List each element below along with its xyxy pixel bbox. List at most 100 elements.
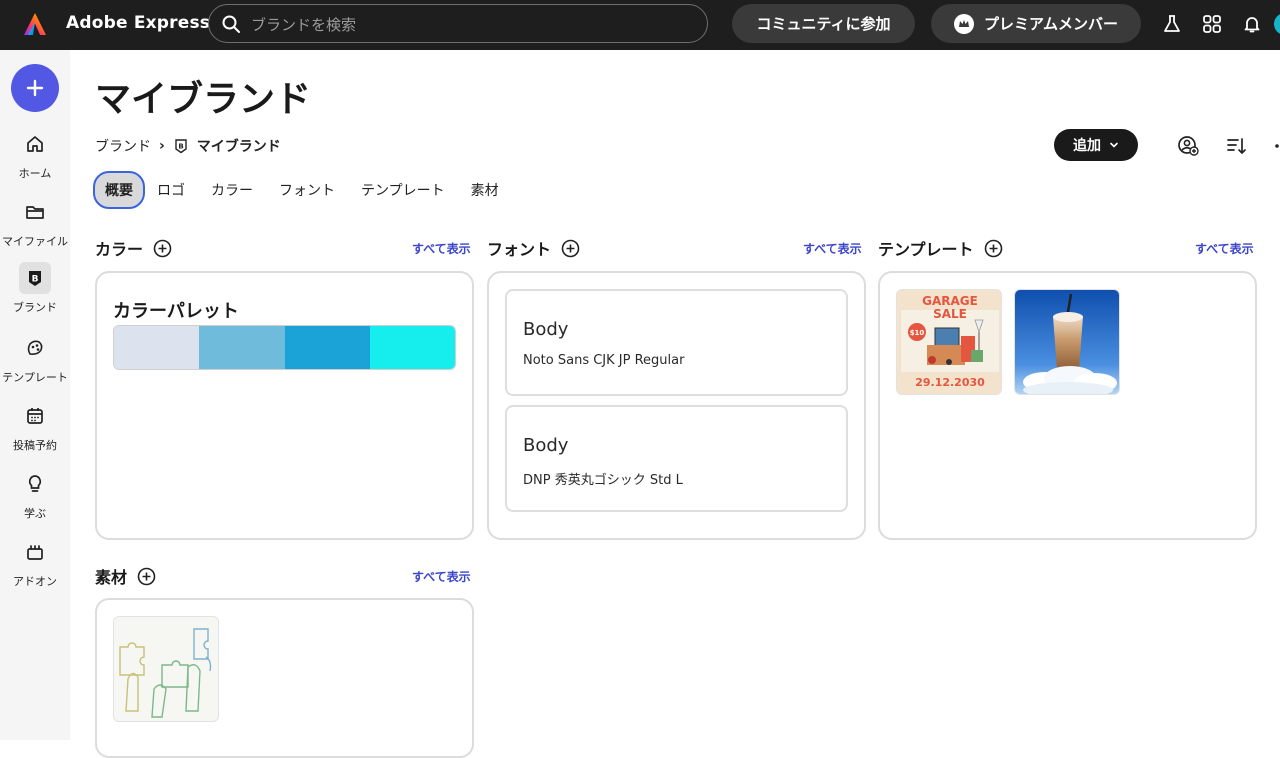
colors-see-all-link[interactable]: すべて表示 <box>412 240 471 257</box>
create-new-button[interactable] <box>11 64 59 112</box>
color-swatch[interactable] <box>199 326 285 369</box>
garage-sale-image: GARAGE SALE $10 29.12.2030 <box>897 290 1001 394</box>
rail-label-addons: アドオン <box>13 575 57 588</box>
add-button[interactable]: 追加 <box>1054 129 1138 161</box>
garage-sale-line1: GARAGE <box>922 294 978 308</box>
top-bar: Adobe Express ブランドを検索 コミュニティに参加 プレミアムメンバ… <box>0 0 1280 50</box>
tab-fonts[interactable]: フォント <box>279 180 335 200</box>
rail-label-brand: ブランド <box>13 301 57 314</box>
home-icon <box>27 136 43 152</box>
brand-shield-icon: B <box>175 139 187 154</box>
chevron-right-icon: › <box>159 138 165 154</box>
premium-member-button[interactable]: プレミアムメンバー <box>931 4 1141 43</box>
add-asset-icon[interactable] <box>137 567 156 586</box>
tab-assets[interactable]: 素材 <box>471 180 499 200</box>
addons-icon <box>27 545 43 560</box>
flask-icon[interactable] <box>1162 14 1182 34</box>
assets-see-all-link[interactable]: すべて表示 <box>412 568 471 585</box>
templates-icon <box>27 340 43 355</box>
folder-icon <box>26 206 44 219</box>
rail-label-learn: 学ぶ <box>24 507 46 520</box>
plus-icon <box>26 79 44 97</box>
rail-item-templates[interactable]: テンプレート <box>0 332 70 385</box>
add-font-icon[interactable] <box>561 239 580 258</box>
iced-coffee-image <box>1015 290 1119 394</box>
assets-section-title: 素材 <box>95 568 128 587</box>
tab-colors[interactable]: カラー <box>211 180 253 200</box>
more-icon[interactable] <box>1268 135 1280 157</box>
rail-label-my-files: マイファイル <box>2 235 68 248</box>
add-template-icon[interactable] <box>984 239 1003 258</box>
search-icon <box>222 15 240 33</box>
rail-item-learn[interactable]: 学ぶ <box>0 468 70 521</box>
tab-templates[interactable]: テンプレート <box>361 180 445 200</box>
asset-thumbnail-puzzle[interactable] <box>113 616 219 722</box>
color-swatch[interactable] <box>114 326 200 369</box>
font-name: Noto Sans CJK JP Regular <box>523 353 685 368</box>
assets-section-header: 素材 <box>95 564 156 588</box>
rail-label-home: ホーム <box>18 167 52 180</box>
sort-icon[interactable] <box>1225 135 1247 157</box>
breadcrumb-current: マイブランド <box>196 139 281 155</box>
chevron-down-icon <box>1110 142 1118 148</box>
assets-card <box>95 598 474 758</box>
rail-item-schedule[interactable]: 投稿予約 <box>0 400 70 453</box>
templates-section-title: テンプレート <box>878 240 974 259</box>
font-item[interactable]: Body DNP 秀英丸ゴシック Std L <box>505 405 848 512</box>
breadcrumb: ブランド › B マイブランド <box>95 136 281 156</box>
rail-label-schedule: 投稿予約 <box>13 439 57 452</box>
add-user-icon[interactable] <box>1177 135 1199 157</box>
color-swatch[interactable] <box>369 326 455 369</box>
tab-bar: 概要 ロゴ カラー フォント テンプレート 素材 <box>93 171 525 209</box>
brand-icon: B <box>29 271 41 286</box>
tab-logo[interactable]: ロゴ <box>157 180 185 200</box>
apps-grid-icon[interactable] <box>1202 14 1222 34</box>
font-role: Body <box>523 319 569 340</box>
template-thumbnail-garage-sale[interactable]: GARAGE SALE $10 29.12.2030 <box>896 289 1002 395</box>
tab-overview[interactable]: 概要 <box>93 171 145 209</box>
app-name[interactable]: Adobe Express <box>66 13 210 33</box>
fonts-section-title: フォント <box>487 240 552 259</box>
fonts-section-header: フォント <box>487 236 580 260</box>
breadcrumb-root[interactable]: ブランド <box>95 136 151 156</box>
garage-sale-date: 29.12.2030 <box>915 376 985 389</box>
colors-section-header: カラー <box>95 236 172 260</box>
add-color-icon[interactable] <box>153 239 172 258</box>
garage-sale-line2: SALE <box>933 307 967 321</box>
join-community-button[interactable]: コミュニティに参加 <box>732 4 915 43</box>
color-palette-card[interactable]: カラーパレット <box>95 271 474 540</box>
rail-item-my-files[interactable]: マイファイル <box>0 196 70 249</box>
color-swatch[interactable] <box>284 326 370 369</box>
search-input[interactable]: ブランドを検索 <box>208 4 708 43</box>
svg-text:B: B <box>178 143 183 151</box>
lightbulb-icon <box>28 475 42 492</box>
palette-title: カラーパレット <box>113 301 239 322</box>
rail-label-templates: テンプレート <box>2 371 68 384</box>
premium-member-label: プレミアムメンバー <box>984 15 1118 33</box>
puzzle-hands-image <box>114 617 218 721</box>
templates-see-all-link[interactable]: すべて表示 <box>1195 240 1254 257</box>
search-placeholder: ブランドを検索 <box>251 16 357 34</box>
rail-item-home[interactable]: ホーム <box>0 128 70 181</box>
fonts-see-all-link[interactable]: すべて表示 <box>803 240 862 257</box>
left-rail: ホーム マイファイル B ブランド テンプレート 投稿予約 学ぶ アドオン <box>0 50 70 740</box>
font-role: Body <box>523 435 569 456</box>
user-avatar[interactable] <box>1274 13 1280 35</box>
join-community-label: コミュニティに参加 <box>756 15 891 33</box>
garage-sale-price: $10 <box>910 329 925 337</box>
templates-section-header: テンプレート <box>878 236 1003 260</box>
add-label: 追加 <box>1073 138 1101 154</box>
calendar-icon <box>27 408 43 424</box>
crown-icon <box>954 13 975 34</box>
fonts-card: Body Noto Sans CJK JP Regular Body DNP 秀… <box>487 271 866 540</box>
adobe-express-logo-icon[interactable] <box>22 11 48 37</box>
svg-text:B: B <box>32 275 39 285</box>
font-name: DNP 秀英丸ゴシック Std L <box>523 473 683 488</box>
colors-section-title: カラー <box>95 240 144 259</box>
font-item[interactable]: Body Noto Sans CJK JP Regular <box>505 289 848 396</box>
rail-item-brand[interactable]: B ブランド <box>0 262 70 315</box>
rail-item-addons[interactable]: アドオン <box>0 536 70 589</box>
templates-card: GARAGE SALE $10 29.12.2030 <box>878 271 1257 540</box>
template-thumbnail-iced-coffee[interactable] <box>1014 289 1120 395</box>
bell-icon[interactable] <box>1242 14 1262 34</box>
